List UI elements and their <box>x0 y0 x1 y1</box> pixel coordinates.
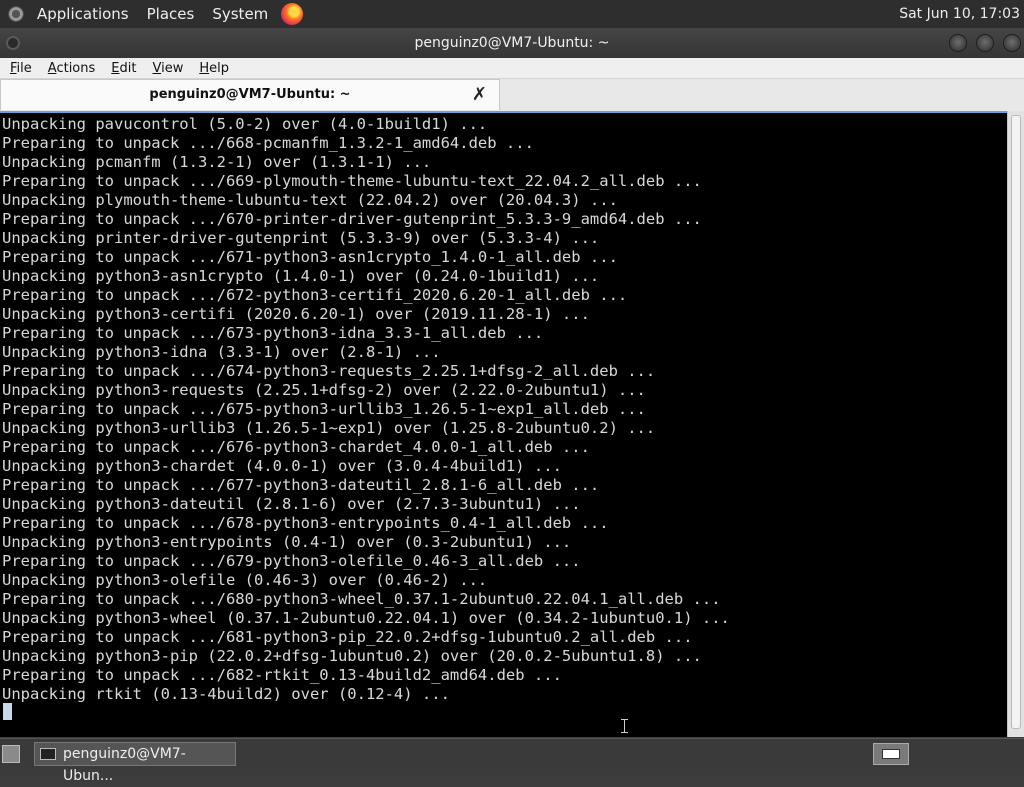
show-desktop-icon[interactable] <box>2 745 20 763</box>
terminal-line: Preparing to unpack .../672-python3-cert… <box>2 286 628 304</box>
terminal-line: Unpacking python3-pip (22.0.2+dfsg-1ubun… <box>2 647 702 665</box>
terminal-line: Unpacking python3-certifi (2020.6.20-1) … <box>2 305 590 323</box>
terminal-line: Unpacking python3-dateutil (2.8.1-6) ove… <box>2 495 581 513</box>
scrollbar-thumb[interactable] <box>1011 115 1021 729</box>
menu-actions-rest: ctions <box>56 60 96 76</box>
terminal-line: Unpacking python3-wheel (0.37.1-2ubuntu0… <box>2 609 730 627</box>
clock[interactable]: Sat Jun 10, 17:03 <box>899 0 1020 28</box>
terminal-line: Preparing to unpack .../668-pcmanfm_1.3.… <box>2 134 534 152</box>
mouse-ibeam-icon <box>621 719 628 733</box>
terminal-line: Unpacking plymouth-theme-lubuntu-text (2… <box>2 191 618 209</box>
taskbar: penguinz0@VM7-Ubun... <box>0 738 1024 784</box>
top-panel: Applications Places System Sat Jun 10, 1… <box>0 0 1024 28</box>
maximize-icon[interactable] <box>977 35 993 51</box>
terminal-line: Preparing to unpack .../669-plymouth-the… <box>2 172 702 190</box>
close-icon[interactable] <box>1004 35 1020 51</box>
terminal-line: Preparing to unpack .../671-python3-asn1… <box>2 248 618 266</box>
terminal-line: Preparing to unpack .../676-python3-char… <box>2 438 590 456</box>
terminal-line: Unpacking python3-olefile (0.46-3) over … <box>2 571 488 589</box>
terminal-line: Preparing to unpack .../680-python3-whee… <box>2 590 721 608</box>
taskbar-task-label: penguinz0@VM7-Ubun... <box>63 746 186 784</box>
terminal-line: Unpacking rtkit (0.13-4build2) over (0.1… <box>2 685 450 703</box>
terminal-line: Unpacking printer-driver-gutenprint (5.3… <box>2 229 600 247</box>
tab-terminal[interactable]: penguinz0@VM7-Ubuntu: ~ ✗ <box>0 79 500 110</box>
text-cursor <box>3 703 12 720</box>
terminal-window-icon <box>40 748 56 760</box>
window-menu-icon[interactable] <box>6 36 20 50</box>
window-title: penguinz0@VM7-Ubuntu: ~ <box>414 35 610 51</box>
menu-file-rest: ile <box>16 60 32 76</box>
taskbar-terminal-button[interactable]: penguinz0@VM7-Ubun... <box>34 742 236 784</box>
menu-applications[interactable]: Applications <box>28 5 138 23</box>
terminal-line: Preparing to unpack .../679-python3-olef… <box>2 552 581 570</box>
terminal-scrollbar[interactable] <box>1007 111 1024 737</box>
terminal-line: Unpacking python3-idna (3.3-1) over (2.8… <box>2 343 441 361</box>
workspace-switcher-icon[interactable] <box>873 743 909 765</box>
terminal-line: Unpacking python3-requests (2.25.1+dfsg-… <box>2 381 646 399</box>
menu-help[interactable]: Help <box>189 61 235 76</box>
terminal-line: Preparing to unpack .../674-python3-requ… <box>2 362 656 380</box>
window-titlebar[interactable]: penguinz0@VM7-Ubuntu: ~ <box>0 28 1024 58</box>
firefox-icon[interactable] <box>281 3 304 25</box>
menu-help-rest: elp <box>209 60 229 76</box>
tab-label: penguinz0@VM7-Ubuntu: ~ <box>149 87 351 102</box>
menu-edit-mnemonic: E <box>111 60 120 76</box>
tab-close-icon[interactable]: ✗ <box>472 80 487 110</box>
menu-view-mnemonic: V <box>152 60 162 76</box>
terminal-line: Unpacking python3-urllib3 (1.26.5-1~exp1… <box>2 419 656 437</box>
menu-edit-rest: dit <box>119 60 137 76</box>
terminal-line: Preparing to unpack .../673-python3-idna… <box>2 324 544 342</box>
terminal-line: Preparing to unpack .../670-printer-driv… <box>2 210 702 228</box>
tab-bar: penguinz0@VM7-Ubuntu: ~ ✗ <box>0 79 1024 111</box>
terminal-line: Unpacking pcmanfm (1.3.2-1) over (1.3.1-… <box>2 153 432 171</box>
terminal-line: Unpacking python3-entrypoints (0.4-1) ov… <box>2 533 572 551</box>
terminal-line: Unpacking python3-asn1crypto (1.4.0-1) o… <box>2 267 600 285</box>
distro-logo-icon[interactable] <box>8 6 24 22</box>
menu-file[interactable]: File <box>0 61 38 76</box>
workspace-window-icon <box>882 749 900 759</box>
menu-places[interactable]: Places <box>138 5 204 23</box>
menu-help-mnemonic: H <box>199 60 210 76</box>
menu-view-rest: iew <box>161 60 184 76</box>
terminal-line: Preparing to unpack .../682-rtkit_0.13-4… <box>2 666 562 684</box>
terminal-output[interactable]: Unpacking pavucontrol (5.0-2) over (4.0-… <box>0 111 1007 737</box>
menubar: File Actions Edit View Help <box>0 58 1024 79</box>
menu-system[interactable]: System <box>203 5 277 23</box>
menu-view[interactable]: View <box>142 61 189 76</box>
terminal-line: Preparing to unpack .../678-python3-entr… <box>2 514 609 532</box>
minimize-icon[interactable] <box>950 35 966 51</box>
terminal-line: Unpacking pavucontrol (5.0-2) over (4.0-… <box>2 115 488 133</box>
terminal-line: Unpacking python3-chardet (4.0.0-1) over… <box>2 457 562 475</box>
terminal-line: Preparing to unpack .../681-python3-pip_… <box>2 628 693 646</box>
menu-actions[interactable]: Actions <box>38 61 102 76</box>
terminal-lines: Unpacking pavucontrol (5.0-2) over (4.0-… <box>2 115 730 704</box>
terminal-line: Preparing to unpack .../677-python3-date… <box>2 476 600 494</box>
terminal-line: Preparing to unpack .../675-python3-urll… <box>2 400 646 418</box>
menu-edit[interactable]: Edit <box>101 61 142 76</box>
